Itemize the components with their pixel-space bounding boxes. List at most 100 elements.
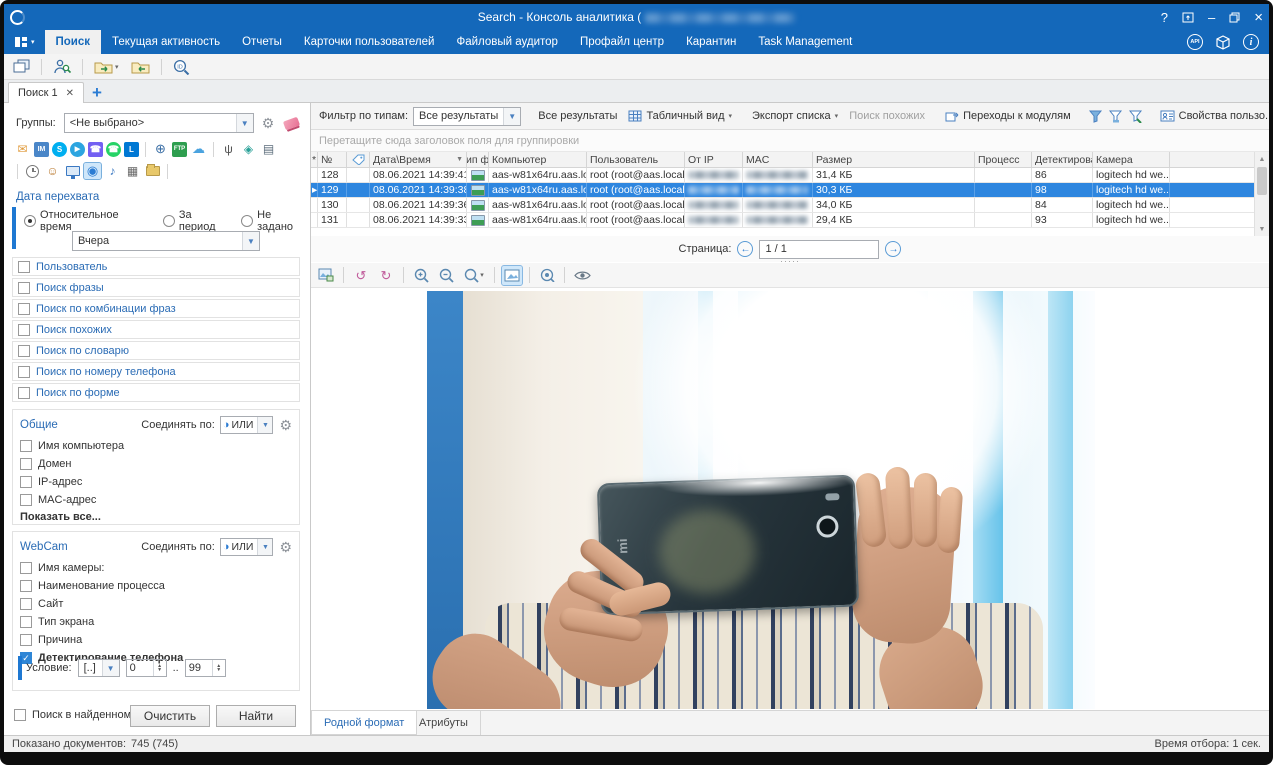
period-select[interactable]: Вчера ▼ — [72, 231, 260, 251]
webcam-icon[interactable]: ◉ — [84, 163, 101, 179]
panel-user[interactable]: Пользователь — [12, 257, 300, 276]
rotate-left-icon[interactable]: ↺ — [351, 266, 371, 285]
zoom-out-icon[interactable] — [436, 266, 456, 285]
panel-phone-number[interactable]: Поиск по номеру телефона — [12, 362, 300, 381]
radio-not-set[interactable] — [241, 215, 253, 227]
checkbox[interactable] — [20, 494, 32, 506]
groups-select[interactable]: <Не выбрано> ▼ — [64, 113, 254, 133]
checkbox[interactable] — [18, 324, 30, 336]
tab-quarantine[interactable]: Карантин — [675, 30, 747, 54]
checkbox[interactable] — [20, 562, 32, 574]
clear-groups-icon[interactable] — [283, 116, 300, 130]
all-results-button[interactable]: Все результаты — [535, 108, 620, 124]
filter-funnel-clear-icon[interactable] — [1108, 110, 1123, 123]
add-tab-button[interactable]: + — [92, 83, 102, 103]
tab-task-management[interactable]: Task Management — [747, 30, 863, 54]
zoom-in-icon[interactable] — [411, 266, 431, 285]
microphone-icon[interactable]: ♪ — [104, 163, 121, 179]
webcam-item[interactable]: Тип экрана — [20, 616, 292, 628]
groups-settings-icon[interactable]: ⚙ — [262, 116, 275, 130]
header-camera[interactable]: Камера — [1093, 152, 1170, 167]
http-icon[interactable]: ⊕ — [152, 141, 169, 157]
skype-icon[interactable]: S — [52, 142, 67, 157]
panel-dictionary[interactable]: Поиск по словарю — [12, 341, 300, 360]
checkbox[interactable] — [20, 440, 32, 452]
common-item[interactable]: Домен — [20, 458, 292, 470]
tab-native-format[interactable]: Родной формат — [311, 711, 417, 735]
filter-type-select[interactable]: Все результаты ▼ — [413, 107, 521, 126]
app-menu-button[interactable]: ▾ — [4, 30, 45, 54]
panel-phrase-search[interactable]: Поиск фразы — [12, 278, 300, 297]
keylogger-icon[interactable]: ▦ — [124, 163, 141, 179]
scrollbar-thumb[interactable] — [1257, 167, 1267, 195]
webcam-item[interactable]: Причина — [20, 634, 292, 646]
condition-from-stepper[interactable]: 0▲▼ — [126, 659, 167, 677]
table-scrollbar[interactable]: ▲ ▼ — [1254, 152, 1269, 236]
tab-profile-center[interactable]: Профайл центр — [569, 30, 675, 54]
panel-form[interactable]: Поиск по форме — [12, 383, 300, 402]
condition-to-stepper[interactable]: 99▲▼ — [185, 659, 226, 677]
search-similar-button[interactable]: Поиск похожих — [846, 108, 928, 124]
zoom-level-icon[interactable]: ▾ — [461, 266, 487, 285]
condition-op-select[interactable]: [..] ▼ — [78, 659, 120, 677]
checkbox[interactable] — [18, 345, 30, 357]
import-search-icon[interactable] — [128, 58, 153, 76]
header-size[interactable]: Размер — [813, 152, 975, 167]
user-properties-button[interactable]: Свойства пользо... — [1157, 108, 1269, 124]
clear-button[interactable]: Очистить — [130, 705, 210, 727]
show-all-link[interactable]: Показать все... — [20, 511, 292, 523]
checkbox[interactable] — [18, 366, 30, 378]
user-search-icon[interactable] — [50, 57, 74, 76]
help-icon[interactable]: ? — [1161, 10, 1168, 25]
doc-tab-search1[interactable]: Поиск 1 ✕ — [8, 82, 84, 103]
webcam-item[interactable]: Наименование процесса — [20, 580, 292, 592]
header-star[interactable]: * — [311, 152, 318, 167]
printer-icon[interactable]: ▤ — [260, 141, 277, 157]
tab-search[interactable]: Поиск — [45, 30, 102, 54]
tab-user-cards[interactable]: Карточки пользователей — [293, 30, 446, 54]
info-icon[interactable]: i — [1243, 34, 1259, 50]
table-view-button[interactable]: Табличный вид▾ — [625, 108, 735, 124]
tab-current-activity[interactable]: Текущая активность — [101, 30, 231, 54]
plugins-icon[interactable] — [1215, 35, 1231, 50]
webcam-settings-icon[interactable]: ⚙ — [279, 540, 292, 554]
next-page-icon[interactable]: → — [885, 241, 901, 257]
header-datetime[interactable]: Дата\Время▼ — [370, 152, 467, 167]
prev-page-icon[interactable]: ← — [737, 241, 753, 257]
save-image-icon[interactable] — [316, 266, 336, 285]
viber-icon[interactable]: ☎ — [88, 142, 103, 157]
close-icon[interactable]: × — [1254, 9, 1263, 26]
header-computer[interactable]: Компьютер — [489, 152, 587, 167]
restore-icon[interactable] — [1229, 12, 1240, 23]
pin-window-icon[interactable] — [1182, 12, 1194, 23]
table-row[interactable]: 130 08.06.2021 14:39:36 aas-w81x64ru.aas… — [311, 198, 1254, 213]
device-search-icon[interactable]: ◈ — [240, 141, 257, 157]
clock-icon[interactable] — [24, 163, 41, 179]
minimize-icon[interactable]: – — [1208, 10, 1215, 25]
cascade-windows-icon[interactable] — [10, 57, 33, 76]
files-icon[interactable] — [144, 163, 161, 179]
checkbox[interactable] — [20, 616, 32, 628]
search-in-found[interactable]: Поиск в найденном — [14, 709, 131, 721]
filter-funnel-edit-icon[interactable] — [1128, 110, 1143, 123]
header-from-ip[interactable]: От IP — [685, 152, 743, 167]
fit-to-window-icon[interactable] — [502, 266, 522, 285]
checkbox[interactable] — [20, 598, 32, 610]
checkbox[interactable] — [18, 261, 30, 273]
checkbox[interactable] — [18, 303, 30, 315]
header-num[interactable]: № — [318, 152, 347, 167]
webcam-item[interactable]: Сайт — [20, 598, 292, 610]
checkbox[interactable] — [14, 709, 26, 721]
webcam-item[interactable]: Имя камеры: — [20, 562, 292, 574]
common-settings-icon[interactable]: ⚙ — [279, 418, 292, 432]
monitor-icon[interactable] — [64, 163, 81, 179]
rotate-right-icon[interactable]: ↻ — [376, 266, 396, 285]
table-row[interactable]: 128 08.06.2021 14:39:41 aas-w81x64ru.aas… — [311, 168, 1254, 183]
api-icon[interactable]: API — [1187, 34, 1203, 50]
header-filetype[interactable]: Тип фа — [467, 152, 489, 167]
checkbox[interactable] — [18, 387, 30, 399]
common-item[interactable]: MAC-адрес — [20, 494, 292, 506]
tab-reports[interactable]: Отчеты — [231, 30, 293, 54]
checkbox[interactable] — [20, 580, 32, 592]
radio-relative-time[interactable] — [24, 215, 36, 227]
